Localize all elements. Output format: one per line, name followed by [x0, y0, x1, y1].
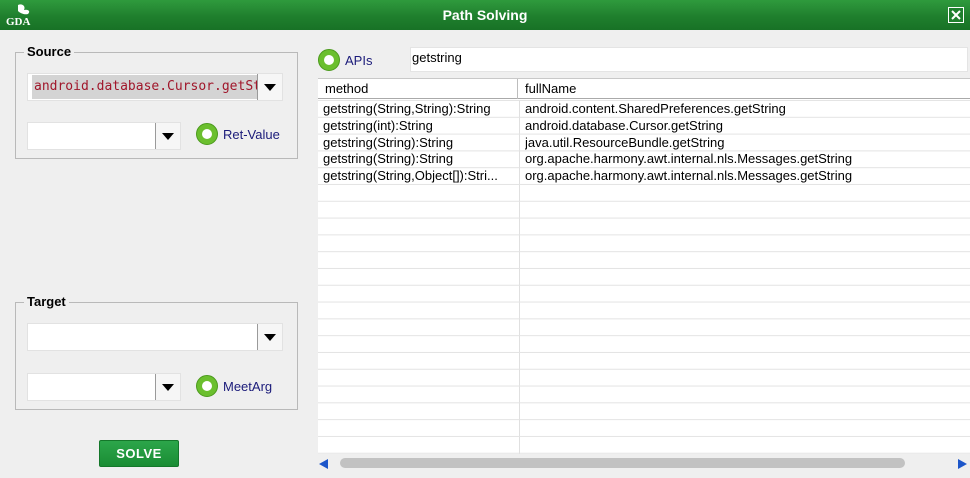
- scroll-thumb[interactable]: [340, 458, 905, 468]
- title-bar: GDA Path Solving: [0, 0, 970, 30]
- target-value-combo[interactable]: [27, 373, 181, 401]
- meet-arg-radio[interactable]: [196, 375, 218, 397]
- source-value-combo[interactable]: [27, 122, 181, 150]
- chevron-down-icon[interactable]: [257, 324, 282, 350]
- ret-value-radio[interactable]: [196, 123, 218, 145]
- method-cell: getstring(String):String: [323, 134, 454, 150]
- source-api-value: android.database.Cursor.getSt: [32, 75, 258, 99]
- meet-arg-label[interactable]: MeetArg: [223, 379, 272, 394]
- api-search-input[interactable]: getstring: [410, 47, 968, 72]
- horizontal-scrollbar[interactable]: [318, 454, 970, 474]
- apis-label[interactable]: APIs: [345, 53, 372, 68]
- solve-button[interactable]: SOLVE: [99, 440, 179, 467]
- table-row[interactable]: getstring(String):String org.apache.harm…: [318, 150, 970, 167]
- source-api-combo[interactable]: android.database.Cursor.getSt: [27, 73, 283, 101]
- source-legend: Source: [24, 44, 75, 60]
- results-table: method fullName getstring(String,String)…: [318, 78, 970, 455]
- window-title: Path Solving: [442, 7, 528, 23]
- ret-value-label[interactable]: Ret-Value: [223, 127, 280, 142]
- scroll-right-icon[interactable]: [958, 459, 967, 469]
- target-legend: Target: [24, 294, 69, 310]
- column-header-fullname[interactable]: fullName: [519, 79, 970, 99]
- table-row[interactable]: getstring(String,Object[]):Stri... org.a…: [318, 167, 970, 184]
- method-cell: getstring(String,String):String: [323, 101, 491, 116]
- fullname-cell: android.database.Cursor.getString: [525, 117, 724, 133]
- table-row[interactable]: getstring(String,String):String android.…: [318, 100, 970, 117]
- close-button[interactable]: [948, 7, 964, 23]
- chevron-down-icon[interactable]: [257, 74, 282, 100]
- method-cell: getstring(String):String: [323, 151, 454, 167]
- table-row[interactable]: getstring(String):String java.util.Resou…: [318, 134, 970, 151]
- scroll-left-icon[interactable]: [319, 459, 328, 469]
- fullname-cell: java.util.ResourceBundle.getString: [525, 134, 725, 150]
- chevron-down-icon[interactable]: [155, 123, 180, 149]
- table-header: method fullName: [318, 79, 970, 99]
- chevron-down-icon[interactable]: [155, 374, 180, 400]
- method-cell: getstring(int):String: [323, 117, 433, 133]
- apis-radio[interactable]: [318, 49, 340, 71]
- fullname-cell: org.apache.harmony.awt.internal.nls.Mess…: [525, 151, 853, 167]
- column-header-method[interactable]: method: [318, 79, 518, 99]
- fullname-cell: org.apache.harmony.awt.internal.nls.Mess…: [525, 168, 853, 184]
- fullname-cell: android.content.SharedPreferences.getStr…: [525, 101, 786, 116]
- close-icon: [951, 10, 961, 20]
- method-cell: getstring(String,Object[]):Stri...: [323, 168, 498, 184]
- target-api-combo[interactable]: [27, 323, 283, 351]
- table-body: getstring(String,String):String android.…: [318, 100, 970, 455]
- table-row[interactable]: getstring(int):String android.database.C…: [318, 117, 970, 134]
